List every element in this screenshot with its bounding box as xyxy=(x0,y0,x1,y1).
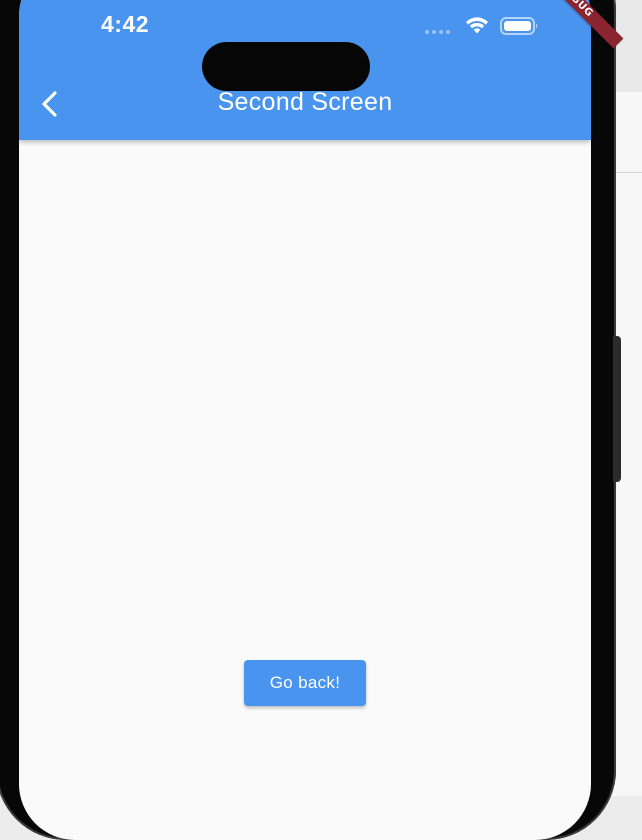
wifi-icon xyxy=(466,17,488,34)
go-back-button[interactable]: Go back! xyxy=(244,660,366,706)
dynamic-island xyxy=(202,42,370,91)
page-title: Second Screen xyxy=(217,88,393,116)
app-screen: 4:42 Second Screen Go back! xyxy=(19,0,591,840)
battery-icon xyxy=(500,17,538,35)
status-time: 4:42 xyxy=(101,11,150,37)
cellular-signal-icon xyxy=(425,30,455,36)
phone-side-button xyxy=(613,336,621,482)
